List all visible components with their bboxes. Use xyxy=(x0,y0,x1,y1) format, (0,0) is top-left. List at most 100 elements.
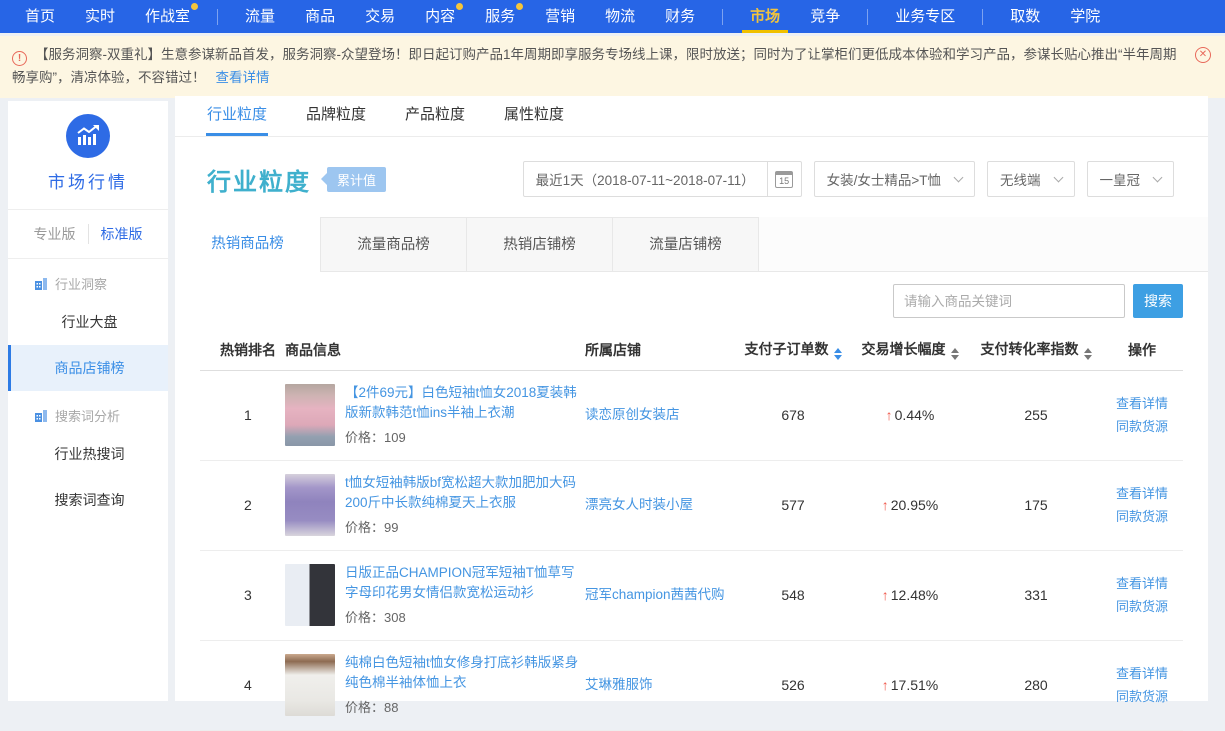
close-icon[interactable]: ✕ xyxy=(1195,47,1211,63)
tab-label: 品牌粒度 xyxy=(306,106,366,123)
growth-value: 12.48% xyxy=(891,587,938,603)
product-image[interactable] xyxy=(285,564,335,626)
nav-label: 首页 xyxy=(25,8,55,25)
rank-table: 热销排名 商品信息 所属店铺 支付子订单数 交易增长幅度 支付转化率指数 操作 … xyxy=(200,330,1183,731)
tab-hot-products[interactable]: 热销商品榜 xyxy=(175,217,321,272)
terminal-select[interactable]: 无线端 xyxy=(987,161,1075,197)
nav-item-competition[interactable]: 竞争 xyxy=(795,0,855,33)
tab-label: 流量商品榜 xyxy=(357,237,430,253)
tab-hot-shops[interactable]: 热销店铺榜 xyxy=(467,217,613,272)
nav-item-data-fetch[interactable]: 取数 xyxy=(995,0,1055,33)
shop-link[interactable]: 艾琳雅服饰 xyxy=(585,677,653,692)
col-header-product: 商品信息 xyxy=(285,330,585,370)
product-title-link[interactable]: t恤女短袖韩版bf宽松超大款加肥加大码200斤中长款纯棉夏天上衣服 xyxy=(345,473,585,514)
sort-icon[interactable] xyxy=(834,348,842,360)
nav-item-transaction[interactable]: 交易 xyxy=(350,0,410,33)
sort-icon[interactable] xyxy=(1084,348,1092,360)
nav-label: 实时 xyxy=(85,8,115,25)
same-source-link[interactable]: 同款货源 xyxy=(1101,415,1183,438)
same-source-link[interactable]: 同款货源 xyxy=(1101,685,1183,708)
nav-label: 作战室 xyxy=(145,8,190,25)
sort-icon[interactable] xyxy=(951,348,959,360)
sidebar-item-product-shop-rank[interactable]: 商品店铺榜 xyxy=(8,345,168,391)
notification-dot xyxy=(456,3,463,10)
date-range-value: 最近1天（2018-07-11~2018-07-11） xyxy=(524,169,767,189)
nav-item-content[interactable]: 内容 xyxy=(410,0,470,33)
orders-cell: 548 xyxy=(737,550,849,640)
shop-link[interactable]: 读恋原创女装店 xyxy=(585,407,680,422)
nav-item-service[interactable]: 服务 xyxy=(470,0,530,33)
col-header-orders[interactable]: 支付子订单数 xyxy=(737,330,849,370)
view-detail-link[interactable]: 查看详情 xyxy=(1101,662,1183,685)
category-select[interactable]: 女装/女士精品>T恤 xyxy=(814,161,975,197)
product-cell: 【2件69元】白色短袖t恤女2018夏装韩版新款韩范t恤ins半袖上衣潮 价格：… xyxy=(285,383,585,447)
growth-cell: ↑20.95% xyxy=(849,460,971,550)
nav-item-market[interactable]: 市场 xyxy=(735,0,795,33)
date-range-picker[interactable]: 最近1天（2018-07-11~2018-07-11） 15 xyxy=(523,161,802,197)
product-title-link[interactable]: 日版正品CHAMPION冠军短袖T恤草写字母印花男女情侣款宽松运动衫 xyxy=(345,563,585,604)
tab-traffic-products[interactable]: 流量商品榜 xyxy=(321,217,467,272)
building-icon xyxy=(34,277,48,291)
app-title: 市场行情 xyxy=(8,168,168,210)
banner-detail-link[interactable]: 查看详情 xyxy=(216,70,270,85)
notification-dot xyxy=(516,3,523,10)
up-arrow-icon: ↑ xyxy=(882,587,889,603)
building-icon xyxy=(34,409,48,423)
table-header-row: 热销排名 商品信息 所属店铺 支付子订单数 交易增长幅度 支付转化率指数 操作 xyxy=(200,330,1183,370)
col-header-conversion[interactable]: 支付转化率指数 xyxy=(971,330,1101,370)
search-button[interactable]: 搜索 xyxy=(1133,284,1183,318)
table-row: 2 t恤女短袖韩版bf宽松超大款加肥加大码200斤中长款纯棉夏天上衣服 价格：9… xyxy=(200,460,1183,550)
nav-item-business-zone[interactable]: 业务专区 xyxy=(880,0,970,33)
same-source-link[interactable]: 同款货源 xyxy=(1101,505,1183,528)
calendar-button[interactable]: 15 xyxy=(767,162,801,196)
product-image[interactable] xyxy=(285,654,335,716)
view-detail-link[interactable]: 查看详情 xyxy=(1101,482,1183,505)
search-input[interactable] xyxy=(893,284,1125,318)
nav-item-product[interactable]: 商品 xyxy=(290,0,350,33)
chevron-down-icon xyxy=(1153,173,1163,183)
tab-label: 热销店铺榜 xyxy=(503,237,576,253)
nav-item-finance[interactable]: 财务 xyxy=(650,0,710,33)
up-arrow-icon: ↑ xyxy=(882,677,889,693)
view-detail-link[interactable]: 查看详情 xyxy=(1101,572,1183,595)
tab-attribute-granularity[interactable]: 属性粒度 xyxy=(503,96,565,136)
tab-product-granularity[interactable]: 产品粒度 xyxy=(404,96,466,136)
orders-cell: 577 xyxy=(737,460,849,550)
sidebar-item-industry-market[interactable]: 行业大盘 xyxy=(8,299,168,345)
col-header-shop: 所属店铺 xyxy=(585,330,737,370)
chevron-down-icon xyxy=(954,173,964,183)
nav-item-logistics[interactable]: 物流 xyxy=(590,0,650,33)
view-detail-link[interactable]: 查看详情 xyxy=(1101,392,1183,415)
shop-level-select[interactable]: 一皇冠 xyxy=(1087,161,1175,197)
nav-item-traffic[interactable]: 流量 xyxy=(230,0,290,33)
conversion-cell: 255 xyxy=(971,370,1101,460)
tab-traffic-shops[interactable]: 流量店铺榜 xyxy=(613,217,759,272)
nav-item-war-room[interactable]: 作战室 xyxy=(130,0,205,33)
col-header-label: 支付子订单数 xyxy=(745,341,829,357)
nav-item-realtime[interactable]: 实时 xyxy=(70,0,130,33)
version-pro-tab[interactable]: 专业版 xyxy=(22,224,89,244)
same-source-link[interactable]: 同款货源 xyxy=(1101,595,1183,618)
nav-item-marketing[interactable]: 营销 xyxy=(530,0,590,33)
col-header-growth[interactable]: 交易增长幅度 xyxy=(849,330,971,370)
sidebar-item-search-word-query[interactable]: 搜索词查询 xyxy=(8,477,168,523)
product-image[interactable] xyxy=(285,384,335,446)
shop-link[interactable]: 漂亮女人时装小屋 xyxy=(585,497,693,512)
category-value: 女装/女士精品>T恤 xyxy=(815,169,953,189)
product-price: 价格：99 xyxy=(345,518,585,538)
orders-cell: 678 xyxy=(737,370,849,460)
nav-label: 营销 xyxy=(545,8,575,25)
product-title-link[interactable]: 纯棉白色短袖t恤女修身打底衫韩版紧身纯色棉半袖体恤上衣 xyxy=(345,653,585,694)
product-image[interactable] xyxy=(285,474,335,536)
nav-item-home[interactable]: 首页 xyxy=(10,0,70,33)
product-title-link[interactable]: 【2件69元】白色短袖t恤女2018夏装韩版新款韩范t恤ins半袖上衣潮 xyxy=(345,383,585,424)
conversion-cell: 280 xyxy=(971,640,1101,730)
tab-industry-granularity[interactable]: 行业粒度 xyxy=(206,96,268,136)
tab-brand-granularity[interactable]: 品牌粒度 xyxy=(305,96,367,136)
nav-item-academy[interactable]: 学院 xyxy=(1055,0,1115,33)
sidebar-item-industry-hot-words[interactable]: 行业热搜词 xyxy=(8,431,168,477)
rank-cell: 3 xyxy=(200,550,285,640)
shop-link[interactable]: 冠军champion茜茜代购 xyxy=(585,587,725,602)
version-standard-tab[interactable]: 标准版 xyxy=(89,224,155,244)
nav-label: 流量 xyxy=(245,8,275,25)
